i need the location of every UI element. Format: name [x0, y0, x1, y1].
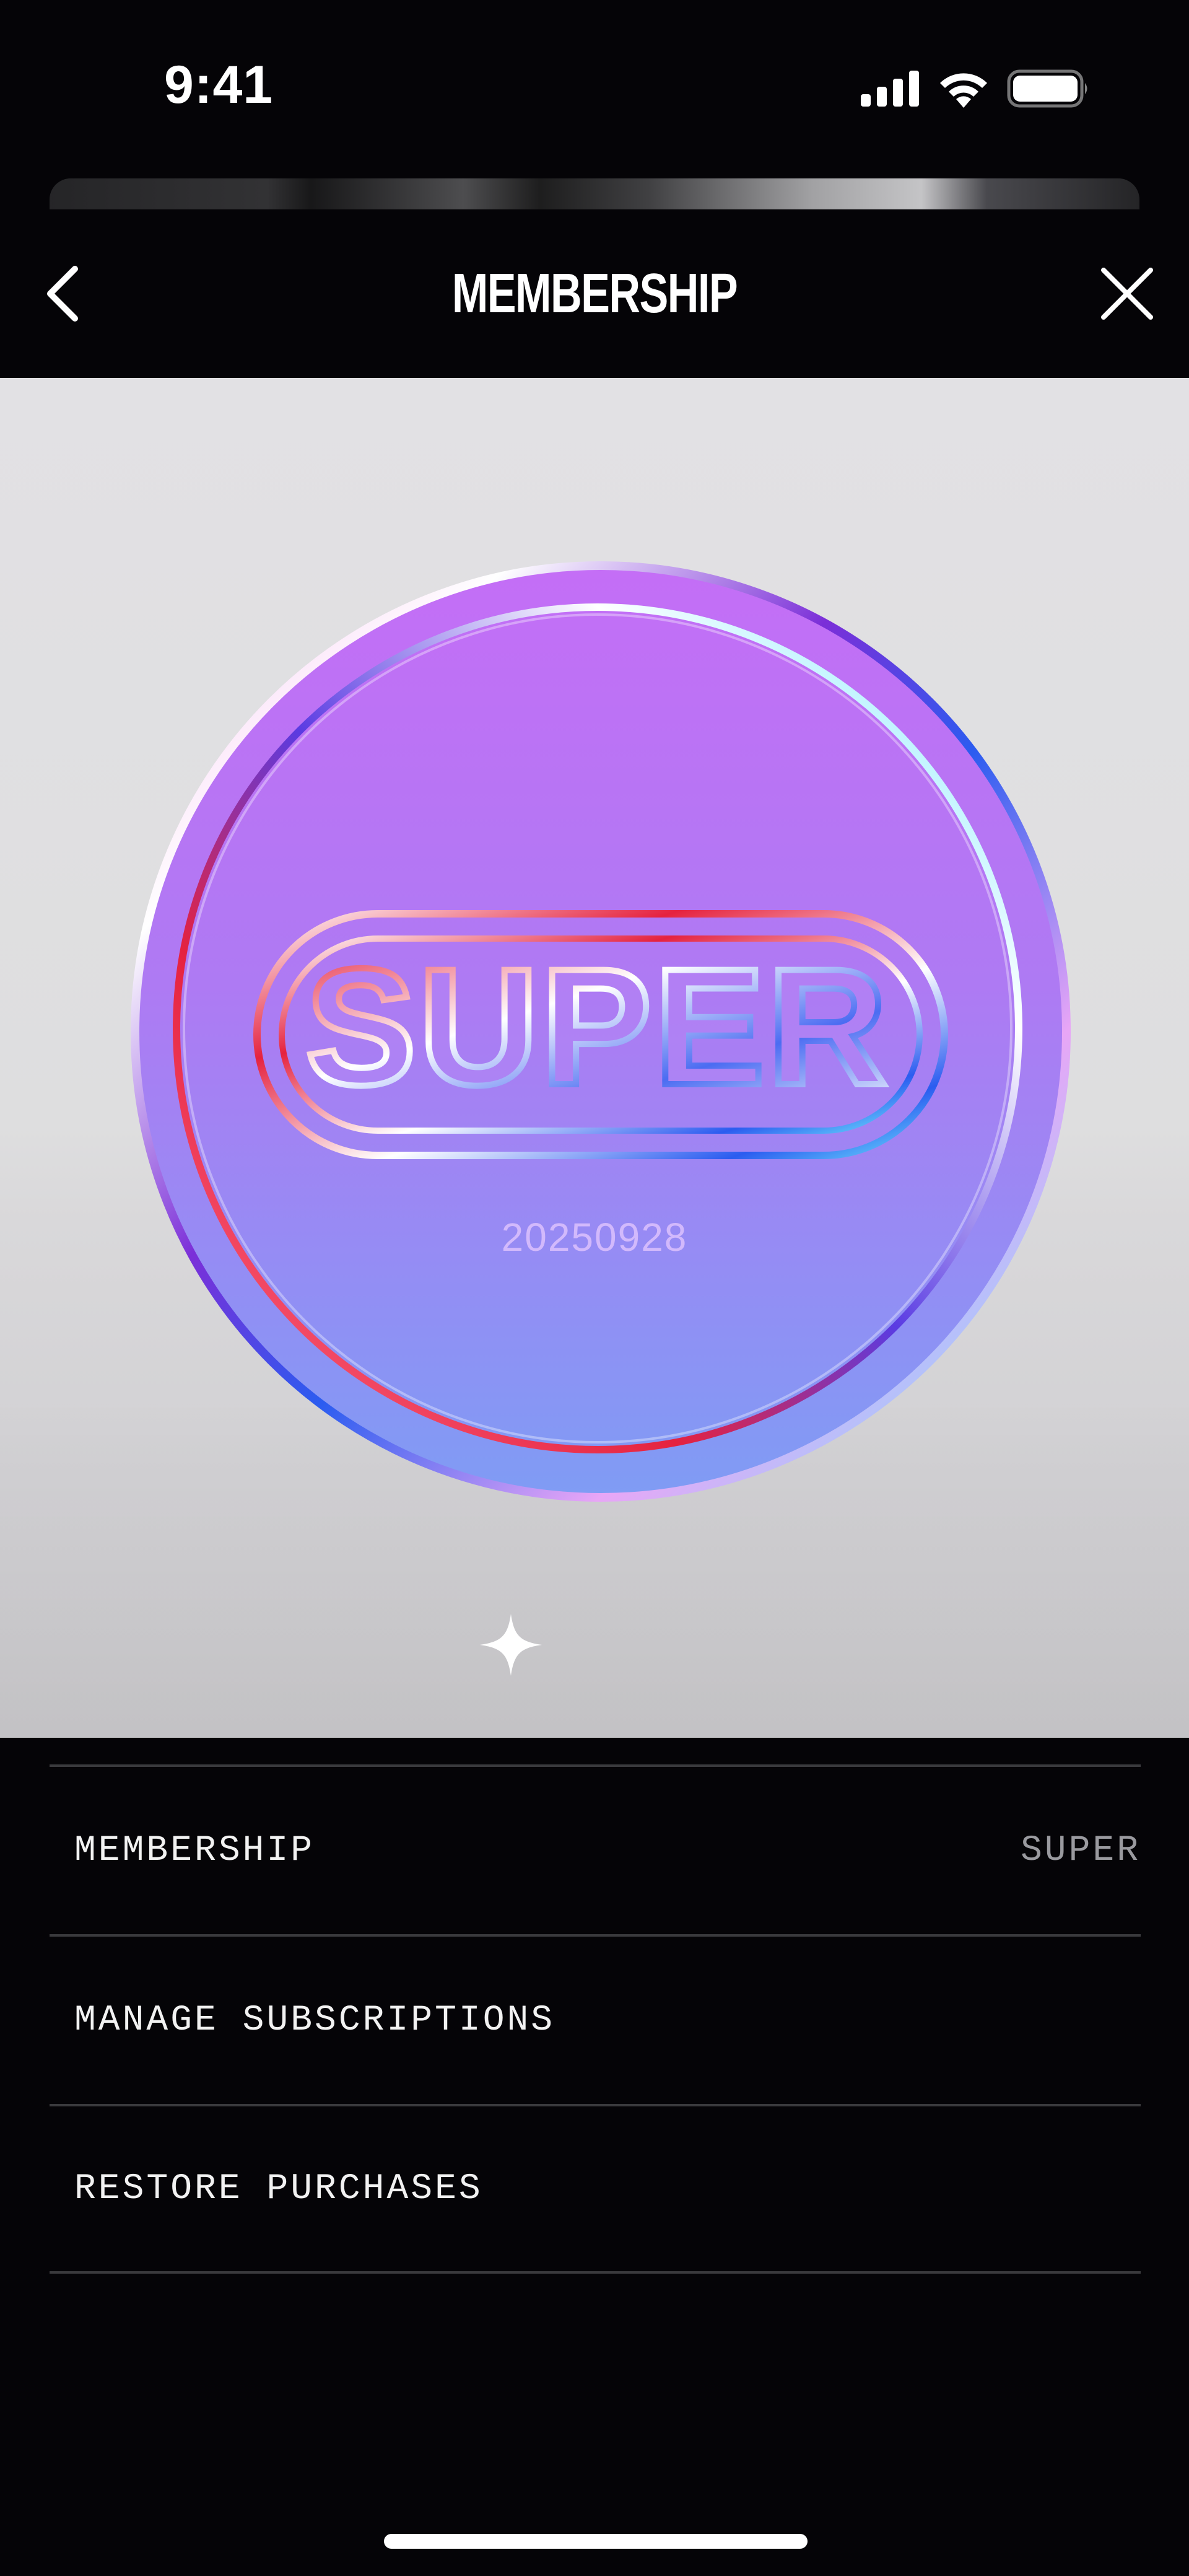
status-icons: [861, 67, 1090, 110]
membership-tier-value: SUPER: [1020, 1830, 1141, 1871]
header: MEMBERSHIP: [0, 209, 1189, 378]
settings-row-restore-purchases[interactable]: RESTORE PURCHASES: [50, 2104, 1141, 2274]
home-indicator[interactable]: [384, 2534, 808, 2549]
coin-label: SUPER: [305, 934, 889, 1119]
chevron-left-icon: [47, 266, 78, 322]
settings-row-membership[interactable]: MEMBERSHIP SUPER: [50, 1764, 1141, 1934]
battery-icon: [1007, 69, 1087, 108]
close-icon: [1101, 268, 1153, 320]
page-title: MEMBERSHIP: [451, 262, 738, 325]
membership-coin[interactable]: SUPER: [0, 378, 1189, 1738]
cellular-signal-icon: [861, 71, 919, 107]
restore-purchases-label: RESTORE PURCHASES: [74, 2168, 483, 2209]
close-button[interactable]: [1065, 209, 1189, 378]
status-time: 9:41: [164, 55, 274, 115]
back-button[interactable]: [0, 209, 124, 378]
status-bar: 9:41: [0, 0, 1189, 177]
membership-label: MEMBERSHIP: [74, 1830, 315, 1871]
wifi-icon: [940, 73, 987, 108]
settings-row-manage-subscriptions[interactable]: MANAGE SUBSCRIPTIONS: [50, 1934, 1141, 2104]
manage-subscriptions-label: MANAGE SUBSCRIPTIONS: [74, 2000, 555, 2041]
sparkle-icon[interactable]: [477, 1611, 545, 1679]
membership-coin-stage: SUPER 20250928: [0, 378, 1189, 1738]
background-sheet-peek: [50, 178, 1139, 209]
coin-serial-number: 20250928: [501, 1215, 688, 1260]
membership-screen: 9:41 MEMBERSHIP SUPER 20250928 MEMBERSHI…: [0, 0, 1189, 2576]
settings-list: MEMBERSHIP SUPER MANAGE SUBSCRIPTIONS RE…: [50, 1764, 1141, 2274]
